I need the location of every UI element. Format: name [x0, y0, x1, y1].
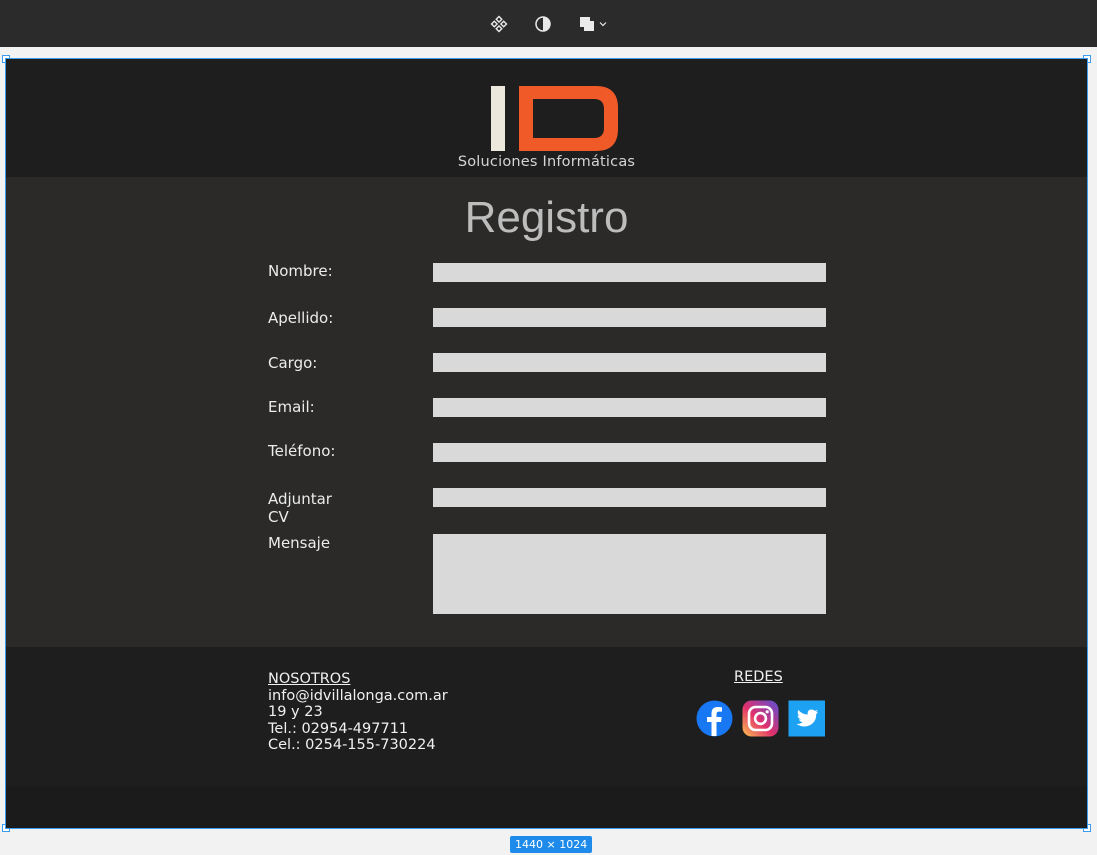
cargo-field[interactable]	[433, 353, 826, 372]
boolean-shapes-icon	[580, 16, 594, 31]
contact-address: 19 y 23	[268, 704, 323, 720]
chevron-down-icon	[599, 21, 607, 26]
nombre-field[interactable]	[433, 263, 826, 282]
boolean-shapes-dropdown[interactable]	[576, 13, 610, 35]
contact-mobile: Cel.: 0254-155-730224	[268, 737, 436, 753]
site-footer: NOSOTROS info@idvillalonga.com.ar 19 y 2…	[6, 647, 1087, 786]
top-toolbar	[0, 0, 1097, 47]
frame-bottom-strip	[6, 786, 1087, 828]
social-heading[interactable]: REDES	[734, 669, 783, 685]
site-header: Soluciones Informáticas	[6, 59, 1087, 177]
contrast-icon[interactable]	[532, 13, 554, 35]
cv-upload-field[interactable]	[433, 488, 826, 507]
contact-phone: Tel.: 02954-497711	[268, 720, 409, 737]
telefono-label: Teléfono:	[268, 442, 336, 460]
id-logo	[491, 86, 618, 151]
facebook-icon[interactable]	[696, 700, 733, 737]
component-icon[interactable]	[488, 13, 510, 35]
email-field[interactable]	[433, 398, 826, 417]
email-label: Email:	[268, 398, 315, 416]
registration-section: Registro Nombre: Apellido: Cargo: Email:…	[6, 177, 1087, 647]
telefono-field[interactable]	[433, 443, 826, 462]
apellido-field[interactable]	[433, 308, 826, 327]
apellido-label: Apellido:	[268, 309, 334, 327]
contact-block: NOSOTROS info@idvillalonga.com.ar 19 y 2…	[268, 671, 448, 754]
about-heading[interactable]: NOSOTROS	[268, 671, 448, 688]
mensaje-textarea[interactable]	[433, 534, 826, 614]
cv-label: Adjuntar CV	[268, 490, 332, 526]
mensaje-label: Mensaje	[268, 534, 331, 552]
twitter-icon[interactable]	[788, 700, 825, 737]
nombre-label: Nombre:	[268, 262, 333, 280]
cargo-label: Cargo:	[268, 354, 318, 372]
contact-email: info@idvillalonga.com.ar	[268, 687, 448, 704]
instagram-icon[interactable]	[742, 700, 779, 737]
page-title: Registro	[464, 193, 629, 242]
design-frame[interactable]: Soluciones Informáticas Registro Nombre:…	[5, 58, 1088, 829]
frame-size-badge: 1440 × 1024	[510, 836, 593, 853]
site-tagline: Soluciones Informáticas	[457, 154, 636, 170]
